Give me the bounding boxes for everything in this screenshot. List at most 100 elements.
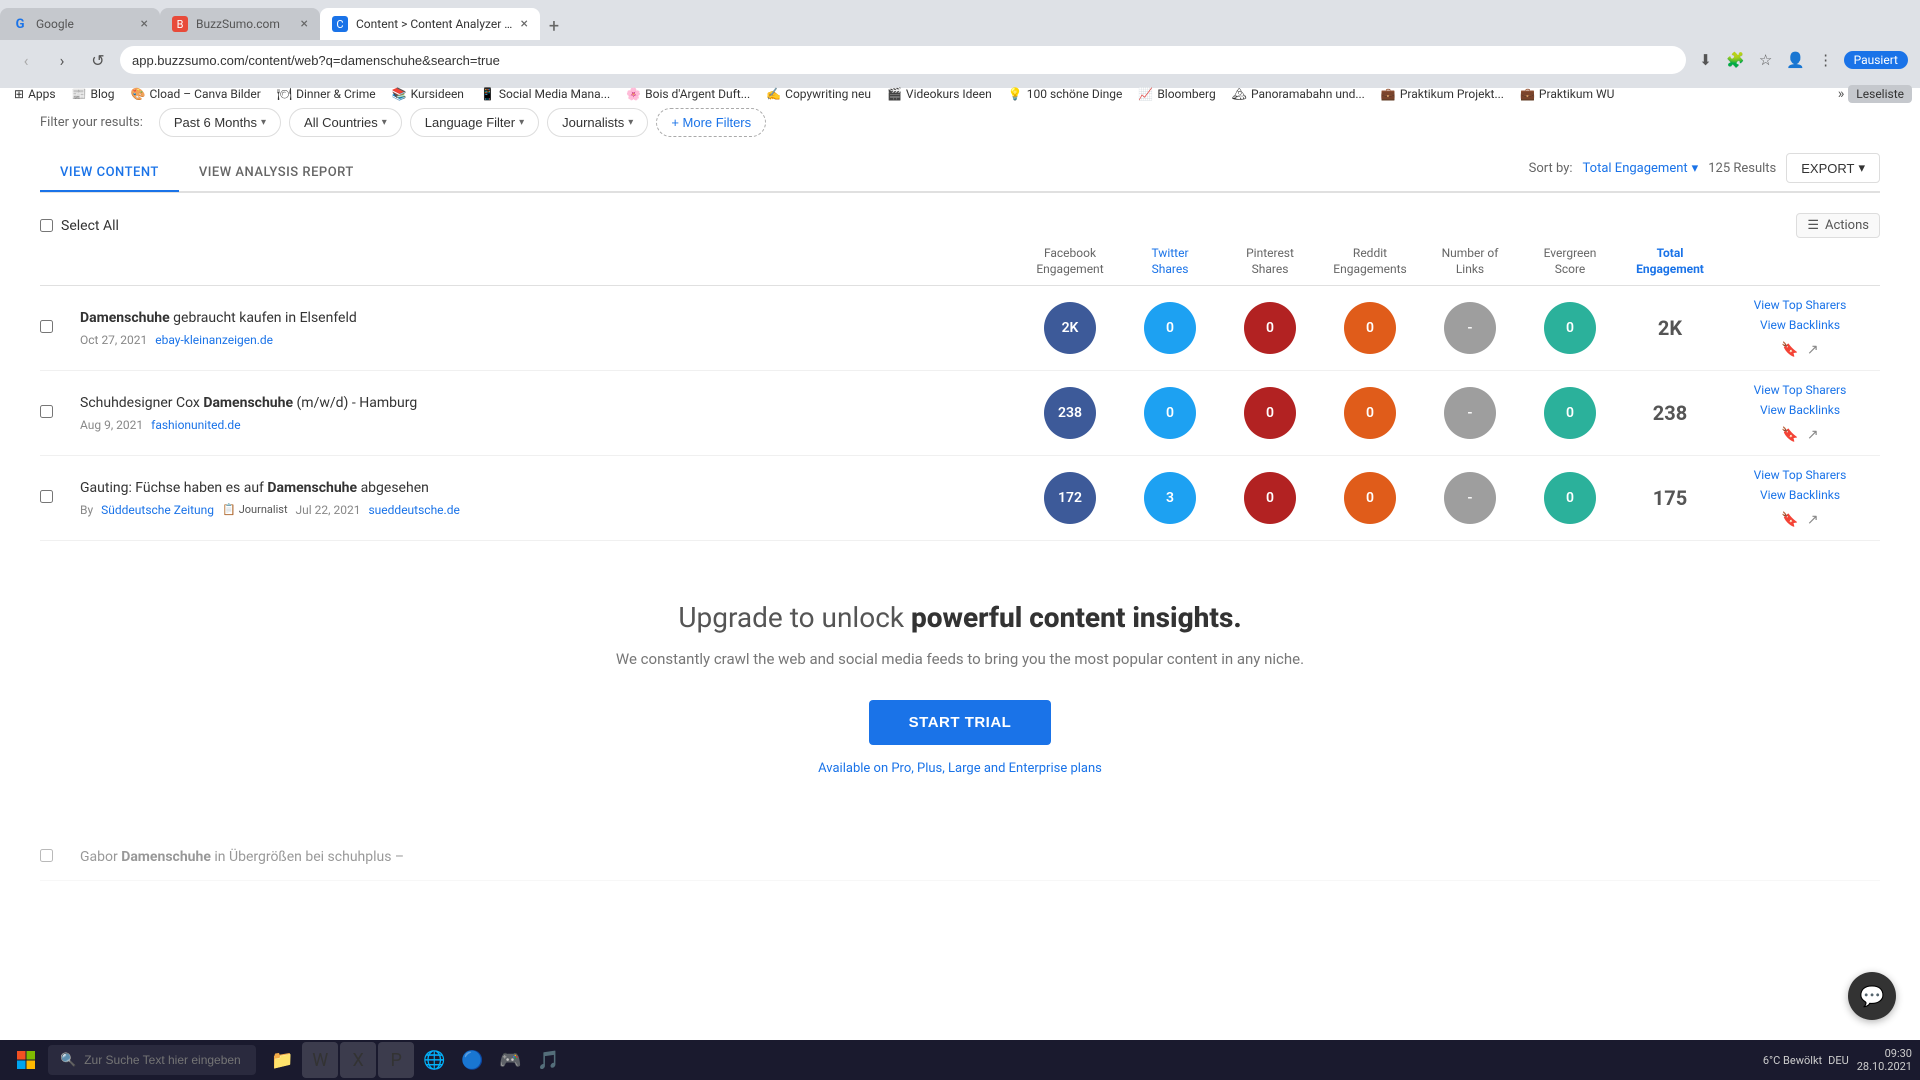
- export-button[interactable]: EXPORT ▾: [1786, 153, 1880, 183]
- taskbar-app-files[interactable]: 📁: [264, 1042, 300, 1078]
- back-button[interactable]: ‹: [12, 46, 40, 74]
- filter-language[interactable]: Language Filter ▾: [410, 108, 539, 137]
- bookmark-kurs[interactable]: 📚Kursideen: [386, 85, 470, 103]
- tab-buzzsumo-close[interactable]: ×: [301, 16, 308, 32]
- bookmark-dinner[interactable]: 🍽Dinner & Crime: [271, 85, 382, 103]
- tab-content[interactable]: C Content > Content Analyzer - B... ×: [320, 8, 540, 40]
- bookmark-videokurs[interactable]: 🎬Videokurs Ideen: [881, 85, 998, 103]
- th-total[interactable]: TotalEngagement: [1620, 246, 1720, 277]
- row1-meta: Oct 27, 2021 ebay-kleinanzeigen.de: [80, 333, 1020, 347]
- row1-share-icon[interactable]: ↗: [1807, 342, 1819, 358]
- taskbar-app-gaming[interactable]: 🎮: [492, 1042, 528, 1078]
- row1-links-circle: -: [1444, 302, 1496, 354]
- results-count: 125 Results: [1708, 161, 1776, 176]
- refresh-button[interactable]: ↺: [84, 46, 112, 74]
- filter-journalists[interactable]: Journalists ▾: [547, 108, 648, 137]
- search-icon: 🔍: [60, 1053, 76, 1068]
- taskbar-app-chrome[interactable]: 🌐: [416, 1042, 452, 1078]
- bookmark-praktikum2[interactable]: 💼Praktikum WU: [1514, 85, 1620, 103]
- row3-url[interactable]: sueddeutsche.de: [368, 503, 459, 517]
- browser-actions: ⬇ 🧩 ☆ 👤 ⋮ Pausiert: [1694, 48, 1908, 72]
- row1-actions: View Top Sharers View Backlinks 🔖 ↗: [1720, 298, 1880, 358]
- row2-facebook: 238: [1020, 387, 1120, 439]
- row1-view-top-sharers[interactable]: View Top Sharers: [1754, 298, 1847, 312]
- bookmark-100schoene[interactable]: 💡100 schöne Dinge: [1002, 85, 1129, 103]
- row3-share-icon[interactable]: ↗: [1807, 512, 1819, 528]
- row1-title-suffix: gebraucht kaufen in Elsenfeld: [170, 310, 357, 326]
- address-input[interactable]: [120, 46, 1686, 74]
- taskbar-app-word[interactable]: W: [302, 1042, 338, 1078]
- tab-buzzsumo[interactable]: B BuzzSumo.com ×: [160, 8, 320, 40]
- row1-links: -: [1420, 302, 1520, 354]
- row2-pinterest: 0: [1220, 387, 1320, 439]
- bookmark-copywriting[interactable]: ✍Copywriting neu: [760, 85, 877, 103]
- taskbar-app-edge[interactable]: 🔵: [454, 1042, 490, 1078]
- row3-bookmark-icon[interactable]: 🔖: [1781, 512, 1798, 528]
- select-all-label[interactable]: Select All: [61, 218, 119, 234]
- profile-button[interactable]: Pausiert: [1844, 51, 1908, 69]
- bookmarks-more[interactable]: »: [1838, 86, 1845, 102]
- bookmark-canva[interactable]: 🎨Cload – Canva Bilder: [125, 85, 267, 103]
- row2-checkbox[interactable]: [40, 405, 80, 422]
- tab-view-analysis[interactable]: VIEW ANALYSIS REPORT: [179, 155, 374, 192]
- filter-date[interactable]: Past 6 Months ▾: [159, 108, 281, 137]
- taskbar-app-spotify[interactable]: 🎵: [530, 1042, 566, 1078]
- taskbar-search-input[interactable]: [84, 1053, 244, 1067]
- row3-view-top-sharers[interactable]: View Top Sharers: [1754, 468, 1847, 482]
- tab-view-content[interactable]: VIEW CONTENT: [40, 155, 179, 192]
- row2-view-top-sharers[interactable]: View Top Sharers: [1754, 383, 1847, 397]
- new-tab-button[interactable]: +: [540, 12, 568, 40]
- row3-actions: View Top Sharers View Backlinks 🔖 ↗: [1720, 468, 1880, 528]
- bottom-row-checkbox[interactable]: [40, 849, 80, 866]
- sort-select[interactable]: Total Engagement ▾: [1583, 161, 1699, 176]
- tab-google[interactable]: G Google ×: [0, 8, 160, 40]
- actions-button[interactable]: ☰ Actions: [1796, 213, 1880, 238]
- select-all-checkbox[interactable]: [40, 219, 53, 232]
- start-button[interactable]: [8, 1042, 44, 1078]
- more-filters-button[interactable]: + More Filters: [656, 108, 766, 137]
- bookmark-bloomberg[interactable]: 📈Bloomberg: [1132, 85, 1221, 103]
- row3-meta: By Süddeutsche Zeitung 📋 Journalist Jul …: [80, 503, 1020, 517]
- bookmark-apps[interactable]: ⊞Apps: [8, 85, 62, 103]
- row3-checkbox[interactable]: [40, 490, 80, 507]
- row1-reddit: 0: [1320, 302, 1420, 354]
- tab-google-close[interactable]: ×: [141, 16, 148, 32]
- bookmark-icon[interactable]: ☆: [1754, 48, 1778, 72]
- row1-view-backlinks[interactable]: View Backlinks: [1760, 318, 1840, 332]
- row2-share-icon[interactable]: ↗: [1807, 427, 1819, 443]
- taskbar-search[interactable]: 🔍: [48, 1045, 256, 1075]
- downloads-icon[interactable]: ⬇: [1694, 48, 1718, 72]
- row3-source[interactable]: Süddeutsche Zeitung: [101, 503, 214, 517]
- row3-view-backlinks[interactable]: View Backlinks: [1760, 488, 1840, 502]
- row1-checkbox[interactable]: [40, 320, 80, 337]
- start-trial-button[interactable]: START TRIAL: [869, 700, 1052, 745]
- row2-view-backlinks[interactable]: View Backlinks: [1760, 403, 1840, 417]
- row2-bookmark-icon[interactable]: 🔖: [1781, 427, 1798, 443]
- bookmark-praktikum1[interactable]: 💼Praktikum Projekt...: [1375, 85, 1510, 103]
- row1-url[interactable]: ebay-kleinanzeigen.de: [155, 333, 273, 347]
- settings-icon[interactable]: ⋮: [1814, 48, 1838, 72]
- th-twitter[interactable]: TwitterShares: [1120, 246, 1220, 277]
- taskbar-app-powerpoint[interactable]: P: [378, 1042, 414, 1078]
- bookmark-panorama[interactable]: 🏔Panoramabahn und...: [1226, 85, 1371, 103]
- row1-bookmark-icon[interactable]: 🔖: [1781, 342, 1798, 358]
- bookmark-bois[interactable]: 🌸Bois d'Argent Duft...: [620, 85, 756, 103]
- filter-country[interactable]: All Countries ▾: [289, 108, 402, 137]
- row2-action-icons: View Top Sharers View Backlinks 🔖 ↗: [1720, 383, 1880, 443]
- row2-url[interactable]: fashionunited.de: [151, 418, 240, 432]
- upgrade-section: Upgrade to unlock powerful content insig…: [40, 541, 1880, 836]
- tab-content-close[interactable]: ×: [521, 16, 528, 32]
- profile-icon[interactable]: 👤: [1784, 48, 1808, 72]
- row3-title-bold: Damenschuhe: [267, 480, 357, 496]
- taskbar-app-excel[interactable]: X: [340, 1042, 376, 1078]
- row3-date: Jul 22, 2021: [296, 503, 361, 517]
- reading-mode-button[interactable]: Leseliste: [1848, 85, 1912, 103]
- plans-link[interactable]: Available on Pro, Plus, Large and Enterp…: [80, 761, 1840, 776]
- bookmark-social[interactable]: 📱Social Media Mana...: [474, 85, 616, 103]
- bookmark-blog[interactable]: 📰Blog: [66, 85, 121, 103]
- select-all-container: Select All: [40, 218, 119, 234]
- forward-button[interactable]: ›: [48, 46, 76, 74]
- chat-button[interactable]: 💬: [1848, 972, 1896, 1020]
- th-links: Number ofLinks: [1420, 246, 1520, 277]
- extensions-icon[interactable]: 🧩: [1724, 48, 1748, 72]
